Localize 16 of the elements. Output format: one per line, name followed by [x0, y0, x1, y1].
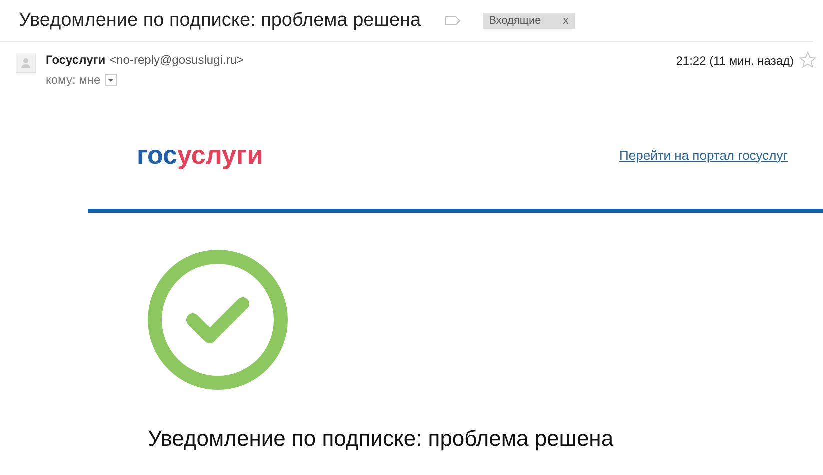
inbox-label[interactable]: Входящие x — [483, 12, 575, 28]
sender-address: <no-reply@gosuslugi.ru> — [110, 53, 244, 67]
label-tag-icon[interactable] — [445, 16, 462, 26]
message-time: 21:22 (11 мин. назад) — [676, 54, 794, 68]
sender-name: Госуслуги — [46, 53, 106, 67]
portal-link[interactable]: Перейти на портал госуслуг — [620, 148, 788, 162]
star-icon[interactable] — [799, 51, 817, 69]
dropdown-icon[interactable] — [104, 74, 117, 86]
recipient-text: кому: мне — [46, 73, 101, 87]
remove-label-button[interactable]: x — [563, 14, 569, 26]
email-subject: Уведомление по подписке: проблема решена — [19, 10, 422, 32]
label-text: Входящие — [489, 14, 542, 26]
avatar-icon — [16, 53, 36, 73]
email-heading: Уведомление по подписке: проблема решена — [148, 426, 615, 452]
check-circle-icon — [147, 249, 289, 391]
logo: госуслуги — [137, 140, 264, 170]
